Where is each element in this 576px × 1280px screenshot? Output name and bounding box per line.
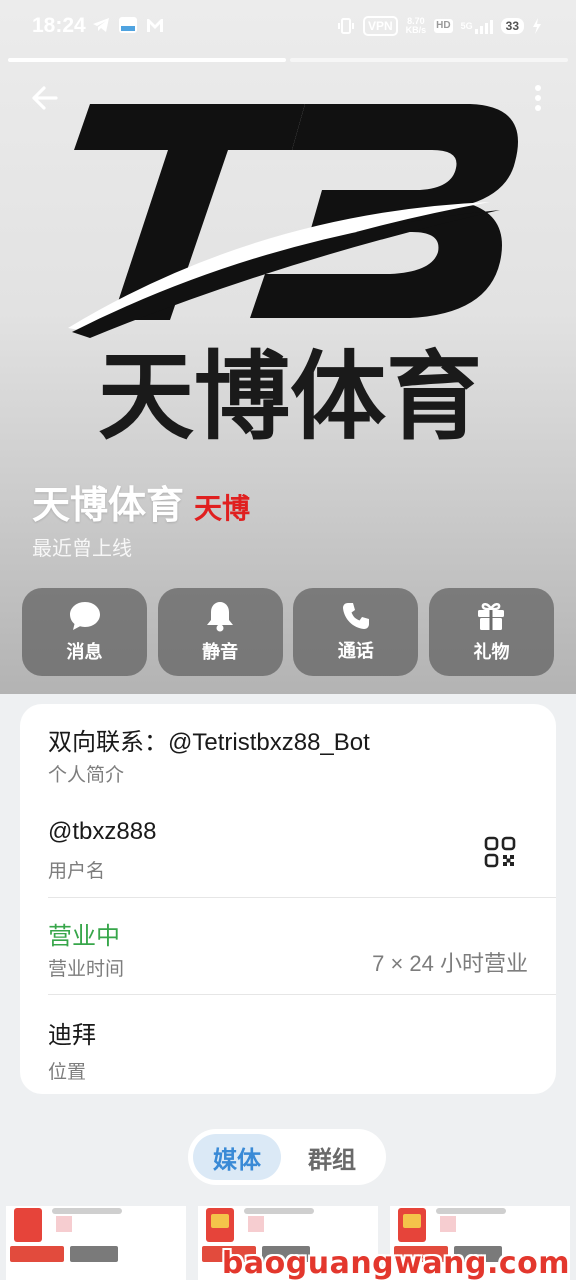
location-label: 位置: [48, 1062, 87, 1083]
profile-actions: 消息 静音 通话 礼物: [22, 588, 554, 676]
bio-row[interactable]: 双向联系：@Tetristbxz88_Bot 个人简介: [20, 704, 556, 800]
story-segment: [8, 58, 286, 62]
tab-media[interactable]: 媒体: [193, 1134, 281, 1180]
telegram-icon: [92, 17, 110, 33]
username-text: @tbxz888: [48, 818, 157, 845]
profile-name: 天博体育: [32, 485, 185, 527]
cellular-signal-icon: 5G: [461, 18, 493, 34]
qr-code-icon: [484, 836, 516, 868]
watermark: baoguangwang.com: [221, 1246, 570, 1280]
message-button[interactable]: 消息: [22, 588, 147, 676]
app-notification-icon: [118, 16, 138, 34]
business-hours-label: 营业时间: [48, 959, 125, 980]
bio-text: 双向联系：@Tetristbxz88_Bot: [48, 729, 370, 756]
media-tabs: 媒体 群组: [188, 1129, 386, 1185]
story-segment: [290, 58, 568, 62]
business-status: 营业中: [48, 923, 120, 950]
profile-tag: 天博: [194, 493, 251, 524]
last-seen-status: 最近曾上线: [32, 538, 132, 560]
call-button[interactable]: 通话: [293, 588, 419, 676]
mute-button[interactable]: 静音: [157, 588, 283, 676]
bio-label: 个人简介: [48, 765, 125, 786]
network-speed: 8.70 KB/s: [405, 16, 427, 35]
gift-button[interactable]: 礼物: [428, 588, 554, 676]
phone-icon: [342, 603, 369, 629]
back-button[interactable]: [24, 78, 64, 118]
location-text: 迪拜: [48, 1022, 96, 1049]
business-hours-row[interactable]: 营业中 营业时间 7 × 24 小时营业: [20, 898, 556, 995]
mail-icon: [146, 17, 164, 33]
status-bar: 18:24 VPN 8.70 KB/s HD 5G 33: [0, 0, 576, 56]
arrow-left-icon: [32, 86, 58, 110]
gift-icon: [478, 603, 505, 630]
vpn-badge: VPN: [362, 16, 398, 36]
username-label: 用户名: [48, 861, 106, 882]
tab-groups[interactable]: 群组: [287, 1134, 377, 1180]
hd-badge: HD: [434, 19, 453, 33]
story-progress: [8, 58, 568, 62]
media-thumbnail[interactable]: [6, 1206, 186, 1280]
profile-info-card: 双向联系：@Tetristbxz88_Bot 个人简介 @tbxz888 用户名…: [20, 704, 556, 1094]
more-vertical-icon: [535, 85, 541, 111]
battery-indicator: 33: [500, 18, 524, 34]
profile-header: 18:24 VPN 8.70 KB/s HD 5G 33 天博体育 天博体育 天…: [0, 0, 576, 694]
bell-icon: [207, 602, 234, 632]
vibrate-icon: [337, 17, 355, 35]
charging-icon: [532, 18, 542, 34]
location-row[interactable]: 迪拜 位置: [20, 995, 556, 1094]
logo-text: 天博体育: [98, 341, 482, 453]
status-time: 18:24: [32, 14, 86, 37]
profile-logo: 天博体育: [68, 104, 518, 453]
qr-code-button[interactable]: [480, 832, 520, 872]
business-hours-detail: 7 × 24 小时营业: [372, 951, 528, 976]
username-row[interactable]: @tbxz888 用户名: [20, 800, 556, 898]
chat-bubble-icon: [69, 602, 100, 630]
